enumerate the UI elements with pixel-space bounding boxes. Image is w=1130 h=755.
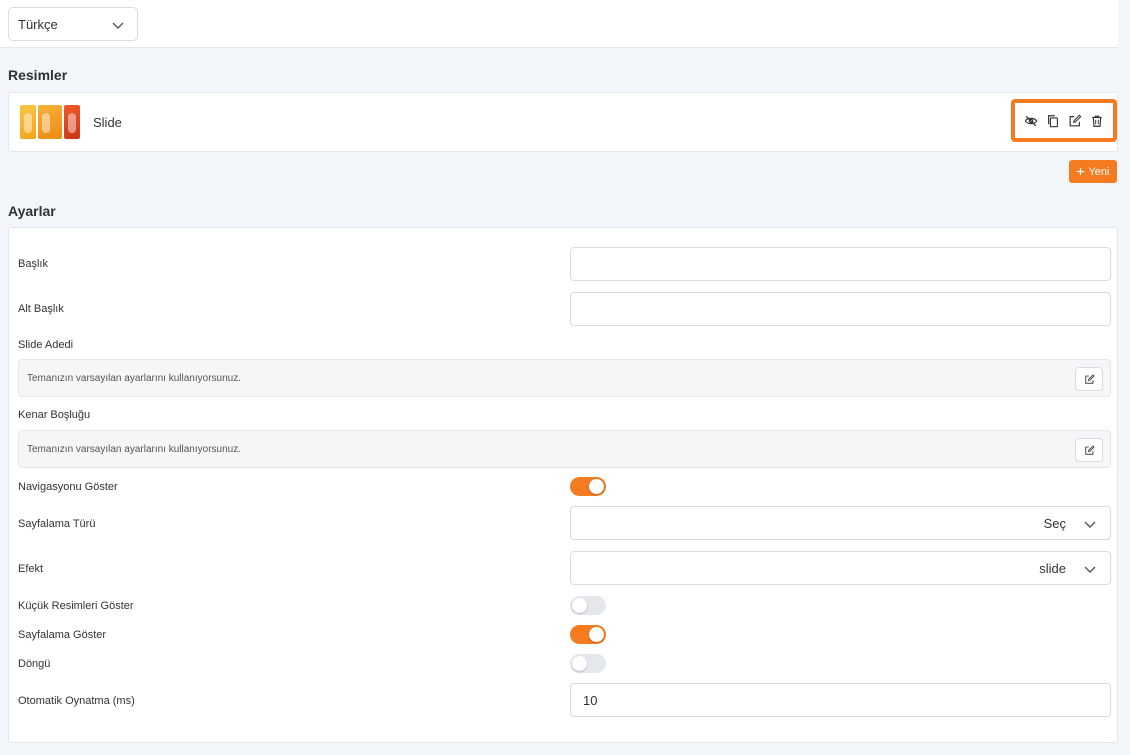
spacing-default-text: Temanızın varsayılan ayarlarını kullanıy… [27, 444, 241, 455]
chevron-down-icon [112, 22, 124, 29]
autoplay-label: Otomatik Oynatma (ms) [18, 695, 135, 707]
effect-value: slide [1039, 560, 1066, 576]
show-thumbnails-toggle[interactable] [570, 596, 606, 615]
spacing-label: Kenar Boşluğu [18, 409, 91, 421]
toggle-knob [572, 598, 587, 613]
image-item-name: Slide [93, 115, 122, 130]
title-label: Başlık [18, 258, 48, 270]
show-navigation-toggle[interactable] [570, 477, 606, 496]
chevron-down-icon [1084, 521, 1096, 528]
language-select-value: Türkçe [18, 16, 58, 32]
show-pagination-toggle[interactable] [570, 625, 606, 644]
subtitle-input[interactable] [570, 292, 1111, 326]
toggle-knob [589, 627, 604, 642]
thumbnail-1 [20, 105, 36, 139]
show-navigation-label: Navigasyonu Göster [18, 481, 118, 493]
pagination-type-select[interactable]: Seç [570, 506, 1111, 540]
subtitle-label: Alt Başlık [18, 303, 64, 315]
eye-slash-icon[interactable] [1024, 114, 1038, 128]
trash-icon[interactable] [1090, 114, 1104, 128]
thumbnail-3 [64, 105, 80, 139]
loop-label: Döngü [18, 658, 51, 670]
effect-label: Efekt [18, 563, 44, 575]
copy-icon[interactable] [1046, 114, 1060, 128]
show-pagination-label: Sayfalama Göster [18, 629, 107, 641]
autoplay-input[interactable] [570, 683, 1111, 717]
chevron-down-icon [1084, 566, 1096, 573]
spacing-default-box: Temanızın varsayılan ayarlarını kullanıy… [18, 430, 1111, 468]
image-thumbnails [20, 105, 80, 139]
image-list-item: Slide [8, 92, 1118, 152]
edit-icon [1084, 373, 1095, 384]
toggle-knob [572, 656, 587, 671]
slide-count-default-text: Temanızın varsayılan ayarlarını kullanıy… [27, 373, 241, 384]
pagination-type-value: Seç [1043, 515, 1066, 531]
image-actions-group [1011, 99, 1117, 142]
settings-section-title: Ayarlar [8, 203, 56, 219]
slide-count-edit-button[interactable] [1075, 367, 1103, 391]
slide-count-default-box: Temanızın varsayılan ayarlarını kullanıy… [18, 359, 1111, 397]
title-input[interactable] [570, 247, 1111, 281]
edit-icon [1084, 444, 1095, 455]
new-image-button-label: Yeni [1088, 165, 1110, 178]
toggle-knob [589, 479, 604, 494]
plus-icon [1077, 167, 1085, 176]
effect-select[interactable]: slide [570, 551, 1111, 585]
settings-card: Başlık Alt Başlık Slide Adedi Temanızın … [8, 227, 1118, 743]
new-image-button[interactable]: Yeni [1069, 160, 1117, 183]
thumbnail-2 [38, 105, 62, 139]
spacing-edit-button[interactable] [1075, 438, 1103, 462]
language-select[interactable]: Türkçe [8, 7, 138, 41]
loop-toggle[interactable] [570, 654, 606, 673]
top-bar: Türkçe [0, 0, 1118, 48]
pagination-type-label: Sayfalama Türü [18, 518, 96, 530]
slide-count-label: Slide Adedi [18, 339, 74, 351]
edit-icon[interactable] [1068, 114, 1082, 128]
images-section-title: Resimler [8, 67, 68, 83]
show-thumbnails-label: Küçük Resimleri Göster [18, 600, 134, 612]
